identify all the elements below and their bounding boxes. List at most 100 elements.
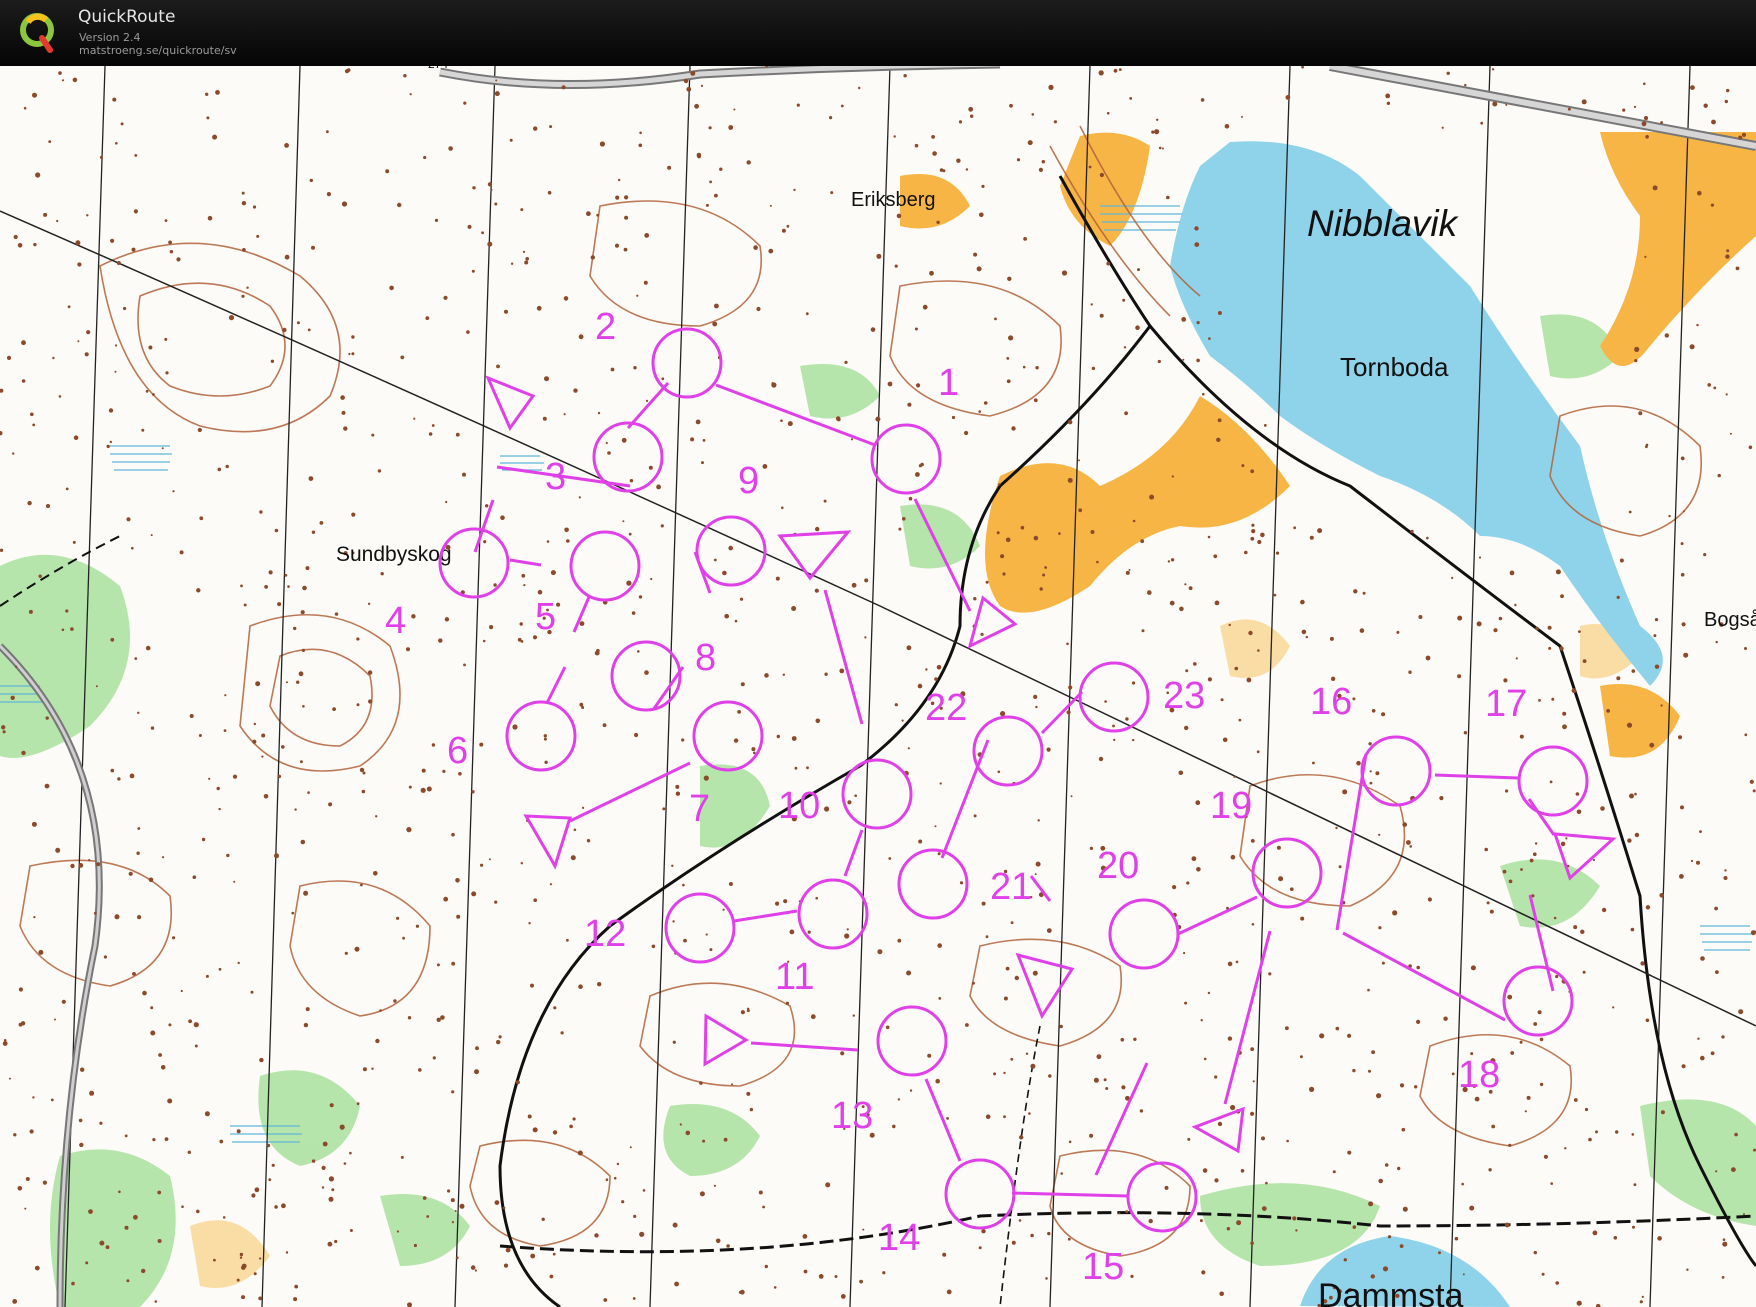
boulder-dot	[1519, 734, 1524, 739]
boulder-dot	[293, 626, 297, 631]
boulder-dot	[810, 1014, 816, 1020]
boulder-dot	[599, 141, 606, 147]
boulder-dot	[95, 685, 98, 688]
boulder-dot	[32, 92, 37, 98]
boulder-dot	[985, 580, 989, 584]
boulder-dot	[685, 1130, 691, 1136]
boulder-dot	[914, 143, 919, 148]
boulder-dot	[1118, 1212, 1121, 1215]
boulder-dot	[739, 1289, 745, 1295]
boulder-dot	[1645, 905, 1651, 910]
boulder-dot	[85, 1261, 89, 1265]
boulder-dot	[137, 827, 141, 830]
boulder-dot	[1149, 494, 1155, 500]
boulder-dot	[72, 540, 76, 544]
boulder-dot	[956, 158, 961, 163]
boulder-dot	[787, 421, 793, 427]
boulder-dot	[959, 881, 964, 885]
boulder-dot	[931, 135, 935, 139]
boulder-dot	[701, 461, 704, 465]
boulder-dot	[561, 85, 566, 90]
boulder-dot	[682, 883, 685, 887]
boulder-dot	[206, 116, 210, 120]
boulder-dot	[284, 573, 288, 577]
boulder-dot	[1524, 1110, 1527, 1113]
boulder-dot	[536, 305, 542, 311]
boulder-dot	[362, 771, 366, 775]
boulder-dot	[481, 231, 484, 235]
boulder-dot	[1010, 1057, 1014, 1061]
boulder-dot	[1141, 629, 1145, 633]
app-version: Version 2.4	[79, 31, 141, 44]
map-canvas[interactable]: Eriksberg Nibblavik Tornboda Sundbyskog …	[0, 66, 1756, 1307]
boulder-dot	[638, 143, 643, 148]
boulder-dot	[266, 1143, 271, 1148]
boulder-dot	[978, 1246, 982, 1250]
boulder-dot	[1724, 869, 1727, 872]
boulder-dot	[1000, 554, 1005, 559]
boulder-dot	[467, 224, 472, 229]
boulder-dot	[563, 413, 566, 416]
boulder-dot	[84, 352, 89, 357]
boulder-dot	[169, 250, 174, 254]
boulder-dot	[932, 151, 937, 156]
boulder-dot	[188, 1019, 193, 1024]
boulder-dot	[1, 725, 6, 730]
boulder-dot	[264, 585, 268, 589]
boulder-dot	[1347, 1150, 1352, 1155]
boulder-dot	[552, 1130, 558, 1135]
boulder-dot	[875, 416, 881, 422]
boulder-dot	[367, 602, 371, 605]
boulder-dot	[1301, 629, 1307, 635]
boulder-dot	[196, 1209, 200, 1214]
boulder-dot	[371, 433, 375, 437]
boulder-dot	[740, 1010, 746, 1015]
orienteering-map[interactable]: Eriksberg Nibblavik Tornboda Sundbyskog …	[0, 66, 1756, 1307]
boulder-dot	[425, 316, 430, 320]
boulder-dot	[12, 1299, 18, 1304]
boulder-dot	[431, 743, 436, 747]
boulder-dot	[321, 1186, 325, 1189]
boulder-dot	[756, 306, 761, 312]
boulder-dot	[164, 337, 168, 341]
boulder-dot	[75, 240, 81, 246]
boulder-dot	[546, 540, 550, 543]
boulder-dot	[643, 280, 648, 285]
boulder-dot	[615, 195, 620, 200]
boulder-dot	[131, 247, 136, 252]
boulder-dot	[1099, 313, 1104, 318]
boulder-dot	[1241, 115, 1243, 118]
boulder-dot	[1515, 657, 1518, 660]
boulder-dot	[549, 1274, 554, 1279]
boulder-dot	[556, 602, 561, 607]
boulder-dot	[1387, 1235, 1392, 1239]
boulder-dot	[775, 901, 780, 906]
boulder-dot	[1615, 1130, 1619, 1134]
boulder-dot	[705, 933, 708, 936]
boulder-dot	[712, 321, 718, 327]
boulder-dot	[1588, 1137, 1592, 1142]
boulder-dot	[644, 670, 649, 675]
boulder-dot	[197, 427, 202, 433]
control-number-22: 22	[925, 687, 967, 729]
boulder-dot	[61, 79, 65, 82]
boulder-dot	[715, 1238, 721, 1244]
boulder-dot	[1033, 398, 1038, 403]
boulder-dot	[749, 1107, 754, 1112]
boulder-dot	[1300, 916, 1305, 921]
boulder-dot	[133, 1214, 138, 1220]
boulder-dot	[296, 321, 300, 325]
boulder-dot	[444, 617, 450, 622]
boulder-dot	[30, 412, 34, 417]
place-name-bogsa: Bogså	[1704, 609, 1756, 631]
boulder-dot	[1359, 628, 1365, 633]
boulder-dot	[1584, 1107, 1589, 1112]
boulder-dot	[343, 426, 348, 431]
boulder-dot	[885, 1025, 890, 1030]
boulder-dot	[341, 201, 348, 207]
boulder-dot	[762, 464, 768, 469]
boulder-dot	[1035, 705, 1038, 709]
boulder-dot	[241, 191, 245, 195]
boulder-dot	[61, 628, 65, 632]
boulder-dot	[1641, 1295, 1644, 1298]
